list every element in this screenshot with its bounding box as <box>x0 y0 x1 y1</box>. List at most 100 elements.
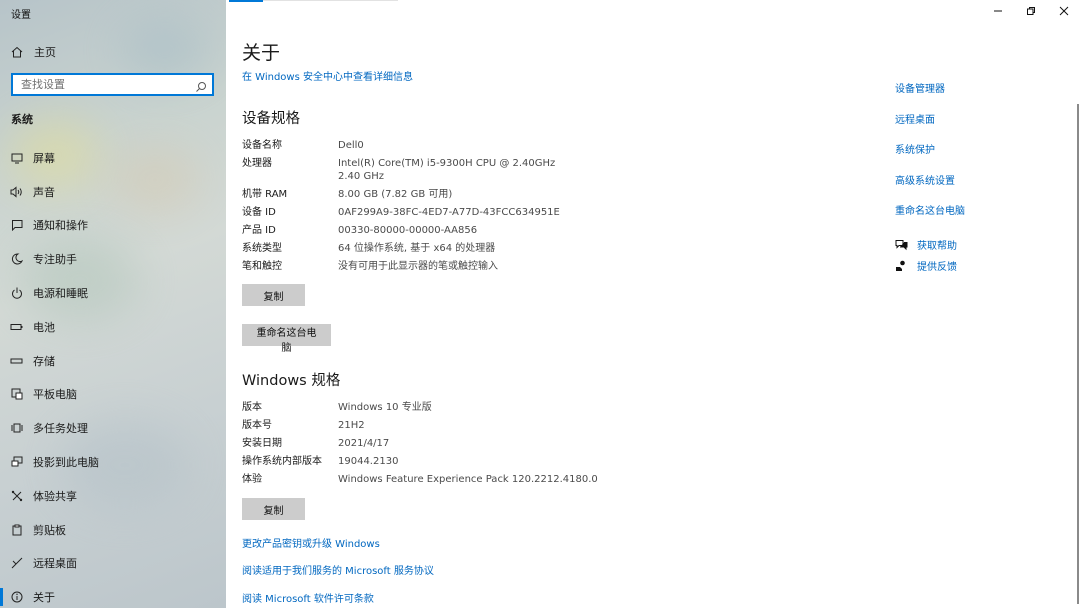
feedback-icon <box>895 260 917 272</box>
display-icon <box>0 152 33 164</box>
spec-row: 笔和触控 没有可用于此显示器的笔或触控输入 <box>242 260 582 273</box>
spec-row: 体验 Windows Feature Experience Pack 120.22… <box>242 473 598 486</box>
windows-specs-heading: Windows 规格 <box>242 373 341 389</box>
spec-row: 设备名称 Dell0 <box>242 139 582 152</box>
notification-icon <box>0 219 33 232</box>
sidebar-item-notifications[interactable]: 通知和操作 <box>0 209 226 243</box>
feedback-row[interactable]: 提供反馈 <box>895 258 957 273</box>
sidebar-item-label: 电源和睡眠 <box>33 287 88 301</box>
sidebar-item-power[interactable]: 电源和睡眠 <box>0 276 226 310</box>
help-section: 获取帮助 提供反馈 <box>895 237 957 279</box>
windows-specs-table: 版本 Windows 10 专业版 版本号 21H2 安装日期 2021/4/17 操… <box>242 401 598 491</box>
spec-row: 产品 ID 00330-80000-00000-AA856 <box>242 224 582 237</box>
sidebar-item-label: 专注助手 <box>33 253 77 267</box>
tablet-icon <box>0 388 33 400</box>
sidebar-item-label: 电池 <box>33 320 55 334</box>
device-specs-heading: 设备规格 <box>242 111 300 127</box>
home-icon <box>0 46 34 58</box>
search-box[interactable] <box>11 73 214 96</box>
window-title: 设置 <box>11 10 31 21</box>
scrollbar[interactable] <box>1077 104 1079 604</box>
spec-value: 2021/4/17 <box>338 438 390 449</box>
spec-value: 19044.2130 <box>338 456 399 467</box>
share-icon <box>0 490 33 502</box>
spec-value: Windows Feature Experience Pack 120.2212… <box>338 474 598 485</box>
security-center-link[interactable]: 在 Windows 安全中心中查看详细信息 <box>242 68 413 83</box>
spec-key: 安装日期 <box>242 438 282 449</box>
help-chat-icon <box>895 239 917 251</box>
copy-device-specs-button[interactable]: 复制 <box>242 284 305 306</box>
spec-value: 8.00 GB (7.82 GB 可用) <box>338 189 453 200</box>
sidebar-home-label: 主页 <box>34 46 56 59</box>
sidebar-item-focus-assist[interactable]: 专注助手 <box>0 242 226 276</box>
get-help-link[interactable]: 获取帮助 <box>917 237 957 252</box>
get-help-row[interactable]: 获取帮助 <box>895 237 957 252</box>
spec-key: 版本号 <box>242 420 272 431</box>
storage-icon <box>0 355 33 367</box>
spec-row: 版本 Windows 10 专业版 <box>242 401 582 414</box>
search-input[interactable] <box>21 78 191 91</box>
sidebar-item-label: 关于 <box>33 591 55 605</box>
spec-key: 操作系统内部版本 <box>242 456 322 467</box>
sidebar-item-about[interactable]: 关于 <box>0 580 226 608</box>
device-manager-link[interactable]: 设备管理器 <box>895 80 965 95</box>
sidebar-item-battery[interactable]: 电池 <box>0 310 226 344</box>
spec-row: 机带 RAM 8.00 GB (7.82 GB 可用) <box>242 188 582 201</box>
sidebar-nav: 屏幕 声音 通知和操作 专注助手 电源和睡眠 电池 存储 平板电脑 多任务处理 … <box>0 141 226 608</box>
sidebar-item-project[interactable]: 投影到此电脑 <box>0 445 226 479</box>
spec-row: 安装日期 2021/4/17 <box>242 437 582 450</box>
sidebar-item-clipboard[interactable]: 剪贴板 <box>0 513 226 547</box>
change-product-key-link[interactable]: 更改产品密钥或升级 Windows <box>242 535 380 550</box>
sidebar-item-storage[interactable]: 存储 <box>0 344 226 378</box>
remote-desktop-link[interactable]: 远程桌面 <box>895 111 965 126</box>
sidebar-item-tablet[interactable]: 平板电脑 <box>0 378 226 412</box>
spec-key: 设备名称 <box>242 140 282 151</box>
speaker-icon <box>0 186 33 198</box>
sidebar-item-label: 屏幕 <box>33 151 55 165</box>
spec-key: 处理器 <box>242 158 272 169</box>
project-icon <box>0 456 33 468</box>
sidebar-item-sound[interactable]: 声音 <box>0 175 226 209</box>
spec-key: 设备 ID <box>242 207 276 218</box>
spec-key: 版本 <box>242 402 262 413</box>
spec-key: 机带 RAM <box>242 189 288 200</box>
page-title: 关于 <box>242 42 281 64</box>
spec-key: 笔和触控 <box>242 261 282 272</box>
sidebar-item-label: 通知和操作 <box>33 219 88 233</box>
copy-windows-specs-button[interactable]: 复制 <box>242 498 305 520</box>
sidebar-item-display[interactable]: 屏幕 <box>0 141 226 175</box>
sidebar-item-label: 多任务处理 <box>33 422 88 436</box>
spec-value: 没有可用于此显示器的笔或触控输入 <box>338 261 498 272</box>
spec-key: 系统类型 <box>242 243 282 254</box>
services-agreement-link[interactable]: 阅读适用于我们服务的 Microsoft 服务协议 <box>242 562 434 577</box>
spec-value: 64 位操作系统, 基于 x64 的处理器 <box>338 243 496 254</box>
advanced-system-settings-link[interactable]: 高级系统设置 <box>895 172 965 187</box>
feedback-link[interactable]: 提供反馈 <box>917 258 957 273</box>
spec-value: Intel(R) Core(TM) i5-9300H CPU @ 2.40GHz… <box>338 158 556 182</box>
battery-icon <box>0 321 33 333</box>
rename-pc-button[interactable]: 重命名这台电脑 <box>242 324 331 354</box>
search-icon[interactable] <box>195 78 207 97</box>
sidebar-item-shared-experiences[interactable]: 体验共享 <box>0 479 226 513</box>
main-content: 关于 在 Windows 安全中心中查看详细信息 设备规格 设备名称 Dell0 … <box>226 0 1080 608</box>
spec-row: 系统类型 64 位操作系统, 基于 x64 的处理器 <box>242 242 582 255</box>
spec-value: 00330-80000-00000-AA856 <box>338 225 478 236</box>
sidebar-item-multitasking[interactable]: 多任务处理 <box>0 411 226 445</box>
device-specs-table: 设备名称 Dell0 处理器 Intel(R) Core(TM) i5-9300H … <box>242 139 582 278</box>
sidebar-item-label: 体验共享 <box>33 489 77 503</box>
sidebar-home[interactable]: 主页 <box>0 40 226 64</box>
system-protection-link[interactable]: 系统保护 <box>895 141 965 156</box>
remote-icon <box>0 557 33 569</box>
info-icon <box>0 591 33 603</box>
spec-row: 处理器 Intel(R) Core(TM) i5-9300H CPU @ 2.40… <box>242 157 582 183</box>
moon-icon <box>0 253 33 265</box>
license-terms-link[interactable]: 阅读 Microsoft 软件许可条款 <box>242 590 374 605</box>
clipboard-icon <box>0 524 33 536</box>
sidebar-item-remote-desktop[interactable]: 远程桌面 <box>0 547 226 581</box>
sidebar-item-label: 投影到此电脑 <box>33 456 99 470</box>
sidebar-item-label: 远程桌面 <box>33 557 77 571</box>
spec-value: Dell0 <box>338 140 364 151</box>
rename-pc-link[interactable]: 重命名这台电脑 <box>895 202 965 217</box>
spec-row: 设备 ID 0AF299A9-38FC-4ED7-A77D-43FCC634951… <box>242 206 582 219</box>
multitask-icon <box>0 422 33 434</box>
